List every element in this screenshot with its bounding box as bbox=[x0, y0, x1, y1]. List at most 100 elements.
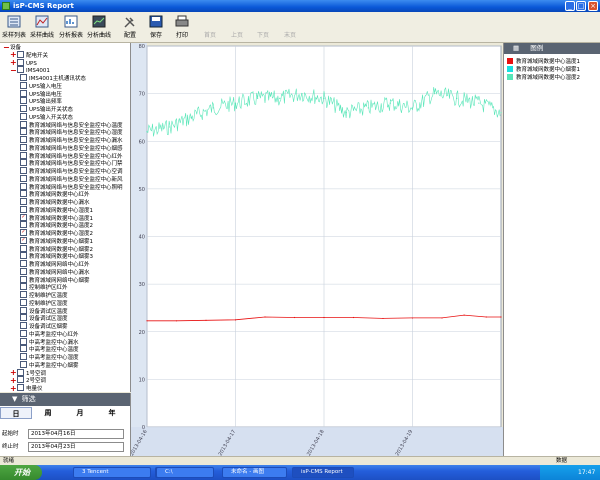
legend-label: 教育城域网数据中心温度1 bbox=[516, 59, 581, 65]
tree-checkbox[interactable]: ✓ bbox=[20, 236, 27, 244]
tree-node[interactable]: + 电量仪 bbox=[10, 384, 43, 392]
tree-checkbox[interactable] bbox=[20, 159, 27, 167]
legend-swatch bbox=[507, 73, 513, 80]
start-label: 开始 bbox=[14, 468, 30, 477]
tree-checkbox[interactable] bbox=[20, 120, 27, 128]
tree-checkbox[interactable] bbox=[20, 275, 27, 283]
legend-item[interactable]: 教育城域网数据中心温度1 bbox=[507, 57, 581, 66]
analysis-report-icon bbox=[64, 15, 78, 28]
chart-area[interactable]: 0 10 20 30 40 50 60 70 80 2013-04-16 2013-04-17 201… bbox=[129, 43, 503, 465]
maximize-button[interactable]: □ bbox=[576, 1, 586, 11]
tree-checkbox[interactable] bbox=[17, 384, 24, 391]
tree-node-label: 1号空调 bbox=[26, 370, 46, 377]
tree-checkbox[interactable] bbox=[20, 205, 27, 213]
tree-checkbox[interactable]: ✓ bbox=[20, 213, 27, 221]
tab-period[interactable]: 月 bbox=[64, 407, 96, 419]
tree-checkbox[interactable] bbox=[20, 337, 27, 345]
tree-checkbox[interactable] bbox=[20, 105, 27, 112]
tree-checkbox[interactable] bbox=[20, 97, 27, 105]
legend-icon: ▦ bbox=[513, 44, 520, 52]
tree-checkbox[interactable] bbox=[20, 360, 27, 368]
tree-checkbox[interactable] bbox=[20, 221, 27, 229]
line-chart[interactable]: 010203040506070802013-04-16 2013-04-17 201… bbox=[129, 43, 503, 465]
collapse-icon[interactable]: − bbox=[3, 43, 10, 51]
device-tree[interactable]: −设备 + 配电开关 + UPS − IMS4001 IMS4001主机通讯状态 UPS输入电压… bbox=[0, 43, 131, 392]
tree-checkbox[interactable] bbox=[17, 66, 24, 74]
data-point bbox=[411, 317, 414, 319]
tree-checkbox[interactable] bbox=[20, 112, 27, 120]
tree-checkbox[interactable] bbox=[20, 345, 27, 353]
tree-checkbox[interactable] bbox=[20, 283, 27, 291]
tree-checkbox[interactable] bbox=[17, 376, 24, 384]
expand-icon[interactable]: + bbox=[10, 384, 17, 392]
tree-checkbox[interactable] bbox=[20, 322, 27, 329]
first-page-icon bbox=[203, 15, 217, 28]
print-button[interactable]: 打印 bbox=[169, 14, 195, 40]
start-date-label: 起始时 bbox=[2, 431, 19, 437]
tree-node-label: 教育城域网络与信息安全监控中心湿度 bbox=[29, 130, 123, 137]
tree-checkbox[interactable] bbox=[20, 314, 27, 322]
tree-checkbox[interactable] bbox=[20, 267, 27, 275]
tab-period[interactable]: 周 bbox=[32, 407, 64, 419]
tree-checkbox[interactable] bbox=[20, 174, 27, 182]
tree-checkbox[interactable] bbox=[17, 368, 24, 376]
tree-checkbox[interactable] bbox=[17, 58, 24, 66]
tree-checkbox[interactable] bbox=[20, 329, 27, 337]
collect-list-button[interactable]: 采样列表 bbox=[1, 14, 27, 40]
tab-period[interactable]: 年 bbox=[96, 407, 128, 419]
taskbar: 开始 17:47 3 TencentisP-CMS中未命名 - 画图isP-CM… bbox=[0, 465, 600, 480]
collapse-icon[interactable]: − bbox=[10, 66, 17, 74]
tree-checkbox[interactable] bbox=[20, 244, 27, 252]
collect-curve-button[interactable]: 采样曲线 bbox=[29, 14, 55, 40]
prev-page-label: 上页 bbox=[230, 32, 243, 39]
data-point bbox=[293, 316, 296, 319]
taskbar-item[interactable]: isP-CMS Report bbox=[292, 467, 354, 478]
tree-checkbox[interactable] bbox=[20, 136, 27, 143]
save-button[interactable]: 保存 bbox=[143, 14, 169, 40]
tree-checkbox[interactable] bbox=[20, 298, 27, 306]
tree-checkbox[interactable] bbox=[20, 260, 27, 267]
tree-checkbox[interactable] bbox=[20, 291, 27, 298]
tree-checkbox[interactable] bbox=[20, 143, 27, 151]
tree-checkbox[interactable] bbox=[20, 151, 27, 159]
next-page-icon bbox=[256, 15, 270, 28]
tree-checkbox[interactable] bbox=[20, 190, 27, 198]
analysis-report-button[interactable]: 分析报表 bbox=[58, 14, 84, 40]
filter-header: ▼ 筛选 bbox=[0, 393, 130, 406]
tree-checkbox[interactable]: ✓ bbox=[20, 229, 27, 236]
title-bar: isP-CMS Report _ □ × bbox=[0, 0, 600, 12]
tree-checkbox[interactable] bbox=[20, 167, 27, 174]
taskbar-item[interactable]: 3 Tencent bbox=[73, 467, 151, 478]
print-icon bbox=[175, 15, 189, 28]
start-date-field[interactable]: 2013年04月16日 bbox=[28, 429, 124, 439]
tree-checkbox[interactable] bbox=[20, 74, 27, 81]
tree-checkbox[interactable] bbox=[20, 182, 27, 190]
tree-checkbox[interactable] bbox=[20, 353, 27, 360]
data-point bbox=[500, 316, 502, 318]
expand-icon[interactable]: + bbox=[10, 376, 17, 384]
tree-checkbox[interactable] bbox=[20, 81, 27, 89]
tree-node-label: 教育城域网网络中心红外 bbox=[29, 262, 90, 268]
minimize-button[interactable]: _ bbox=[565, 1, 575, 11]
config-button[interactable]: 配置 bbox=[117, 14, 143, 40]
close-button[interactable]: × bbox=[588, 1, 598, 11]
tree-checkbox[interactable] bbox=[20, 306, 27, 314]
data-point bbox=[301, 93, 303, 95]
analysis-curve-button[interactable]: 分析曲线 bbox=[86, 14, 112, 40]
data-point bbox=[323, 316, 325, 319]
tab-period[interactable]: 日 bbox=[0, 407, 32, 419]
tree-checkbox[interactable] bbox=[20, 128, 27, 136]
end-date-field[interactable]: 2013年04月23日 bbox=[28, 442, 124, 452]
legend-item[interactable]: 教育城域网数据中心湿度2 bbox=[507, 73, 580, 82]
tree-checkbox[interactable] bbox=[17, 50, 24, 58]
legend-item[interactable]: 教育城域网数据中心烟雾1 bbox=[507, 65, 580, 74]
tree-checkbox[interactable] bbox=[20, 89, 27, 97]
start-button[interactable]: 开始 bbox=[0, 465, 42, 480]
analysis-curve-label: 分析曲线 bbox=[86, 32, 111, 39]
taskbar-item[interactable]: C:\ bbox=[156, 467, 214, 478]
tree-checkbox[interactable] bbox=[20, 252, 27, 260]
legend-panel: ▦ 图例 教育城域网数据中心温度1 教育城域网数据中心烟雾1 教育城域网数据中心湿度… bbox=[503, 43, 600, 465]
collect-list-icon bbox=[7, 15, 21, 28]
taskbar-item[interactable]: 未命名 - 画图 bbox=[222, 467, 287, 478]
tree-checkbox[interactable] bbox=[20, 198, 27, 205]
